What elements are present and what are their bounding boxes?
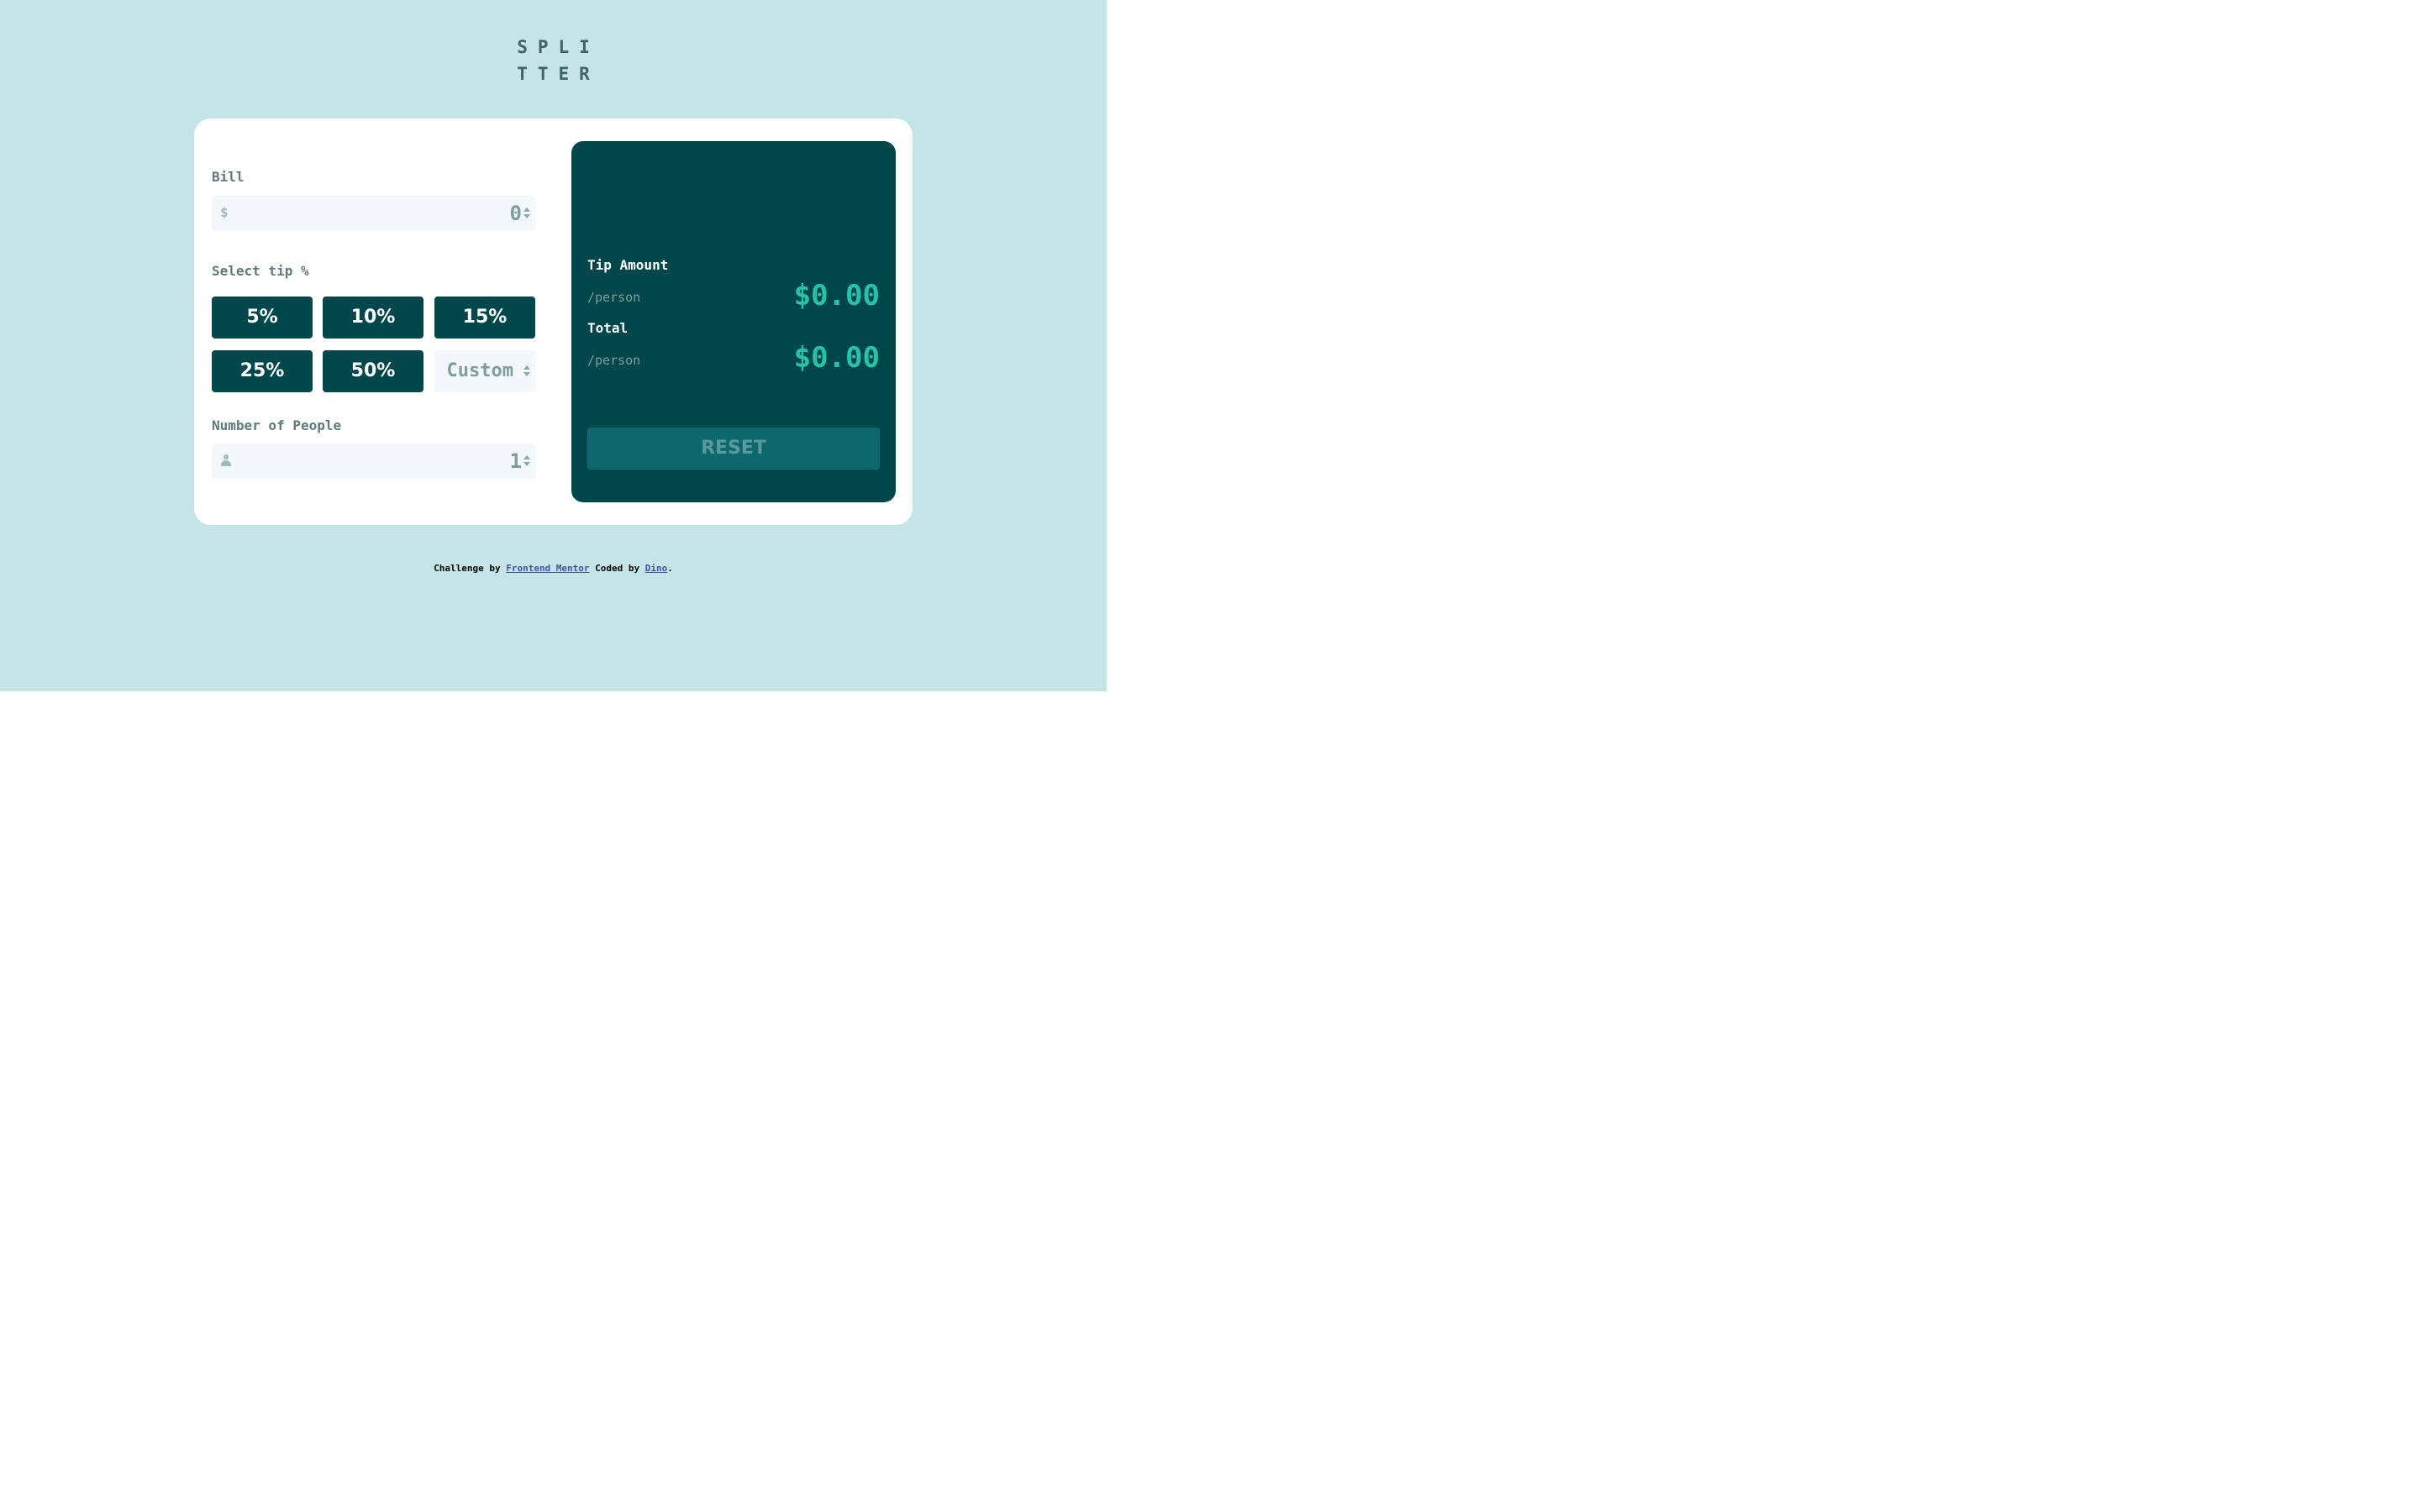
tip-button-15[interactable]: 15% xyxy=(434,297,535,339)
footer-suffix: . xyxy=(667,563,673,574)
spinner-down-icon[interactable] xyxy=(523,462,530,466)
reset-button[interactable]: RESET xyxy=(587,428,880,470)
tip-amount-value: $0.00 xyxy=(793,279,880,312)
bill-label: Bill xyxy=(212,169,245,185)
people-value: 1 xyxy=(509,449,522,473)
total-per-person-label: /person xyxy=(587,353,641,368)
bill-spinner[interactable] xyxy=(523,207,530,220)
attribution-footer: Challenge by Frontend Mentor Coded by Di… xyxy=(0,563,1107,574)
tip-amount-label: Tip Amount xyxy=(587,257,669,273)
custom-tip-input[interactable]: Custom xyxy=(434,350,535,392)
tip-button-50[interactable]: 50% xyxy=(323,350,424,392)
people-spinner[interactable] xyxy=(523,454,530,468)
total-value: $0.00 xyxy=(793,341,880,375)
tip-button-5[interactable]: 5% xyxy=(212,297,313,339)
bill-value: 0 xyxy=(509,202,522,225)
frontend-mentor-link[interactable]: Frontend Mentor xyxy=(506,563,589,574)
people-input[interactable]: 1 xyxy=(212,444,535,479)
logo-line-2: TTER xyxy=(517,64,600,84)
footer-prefix: Challenge by xyxy=(434,563,501,574)
calculator-card: Bill $ 0 Select tip % 5% 10% 15% 25% 50%… xyxy=(194,118,913,525)
spinner-up-icon[interactable] xyxy=(523,365,530,370)
footer-middle: Coded by xyxy=(595,563,640,574)
dollar-icon: $ xyxy=(220,204,229,220)
spinner-up-icon[interactable] xyxy=(523,455,530,459)
splitter-logo: SPLI TTER xyxy=(0,34,1107,87)
people-label: Number of People xyxy=(212,417,342,433)
select-tip-label: Select tip % xyxy=(212,263,309,279)
tip-button-10[interactable]: 10% xyxy=(323,297,424,339)
tip-amount-per-person-label: /person xyxy=(587,290,641,305)
page-background: SPLI TTER Bill $ 0 Select tip % 5% 10% 1… xyxy=(0,0,1107,691)
custom-tip-spinner[interactable] xyxy=(523,365,530,378)
total-label: Total xyxy=(587,320,629,336)
logo-line-1: SPLI xyxy=(517,37,600,57)
custom-tip-placeholder: Custom xyxy=(446,360,513,381)
person-icon xyxy=(221,454,231,467)
results-panel: Tip Amount /person $0.00 Total /person $… xyxy=(571,141,896,502)
tip-button-25[interactable]: 25% xyxy=(212,350,313,392)
spinner-up-icon[interactable] xyxy=(523,207,530,212)
spinner-down-icon[interactable] xyxy=(523,372,530,376)
bill-input[interactable]: $ 0 xyxy=(212,196,535,231)
author-link[interactable]: Dino xyxy=(645,563,668,574)
spinner-down-icon[interactable] xyxy=(523,214,530,218)
